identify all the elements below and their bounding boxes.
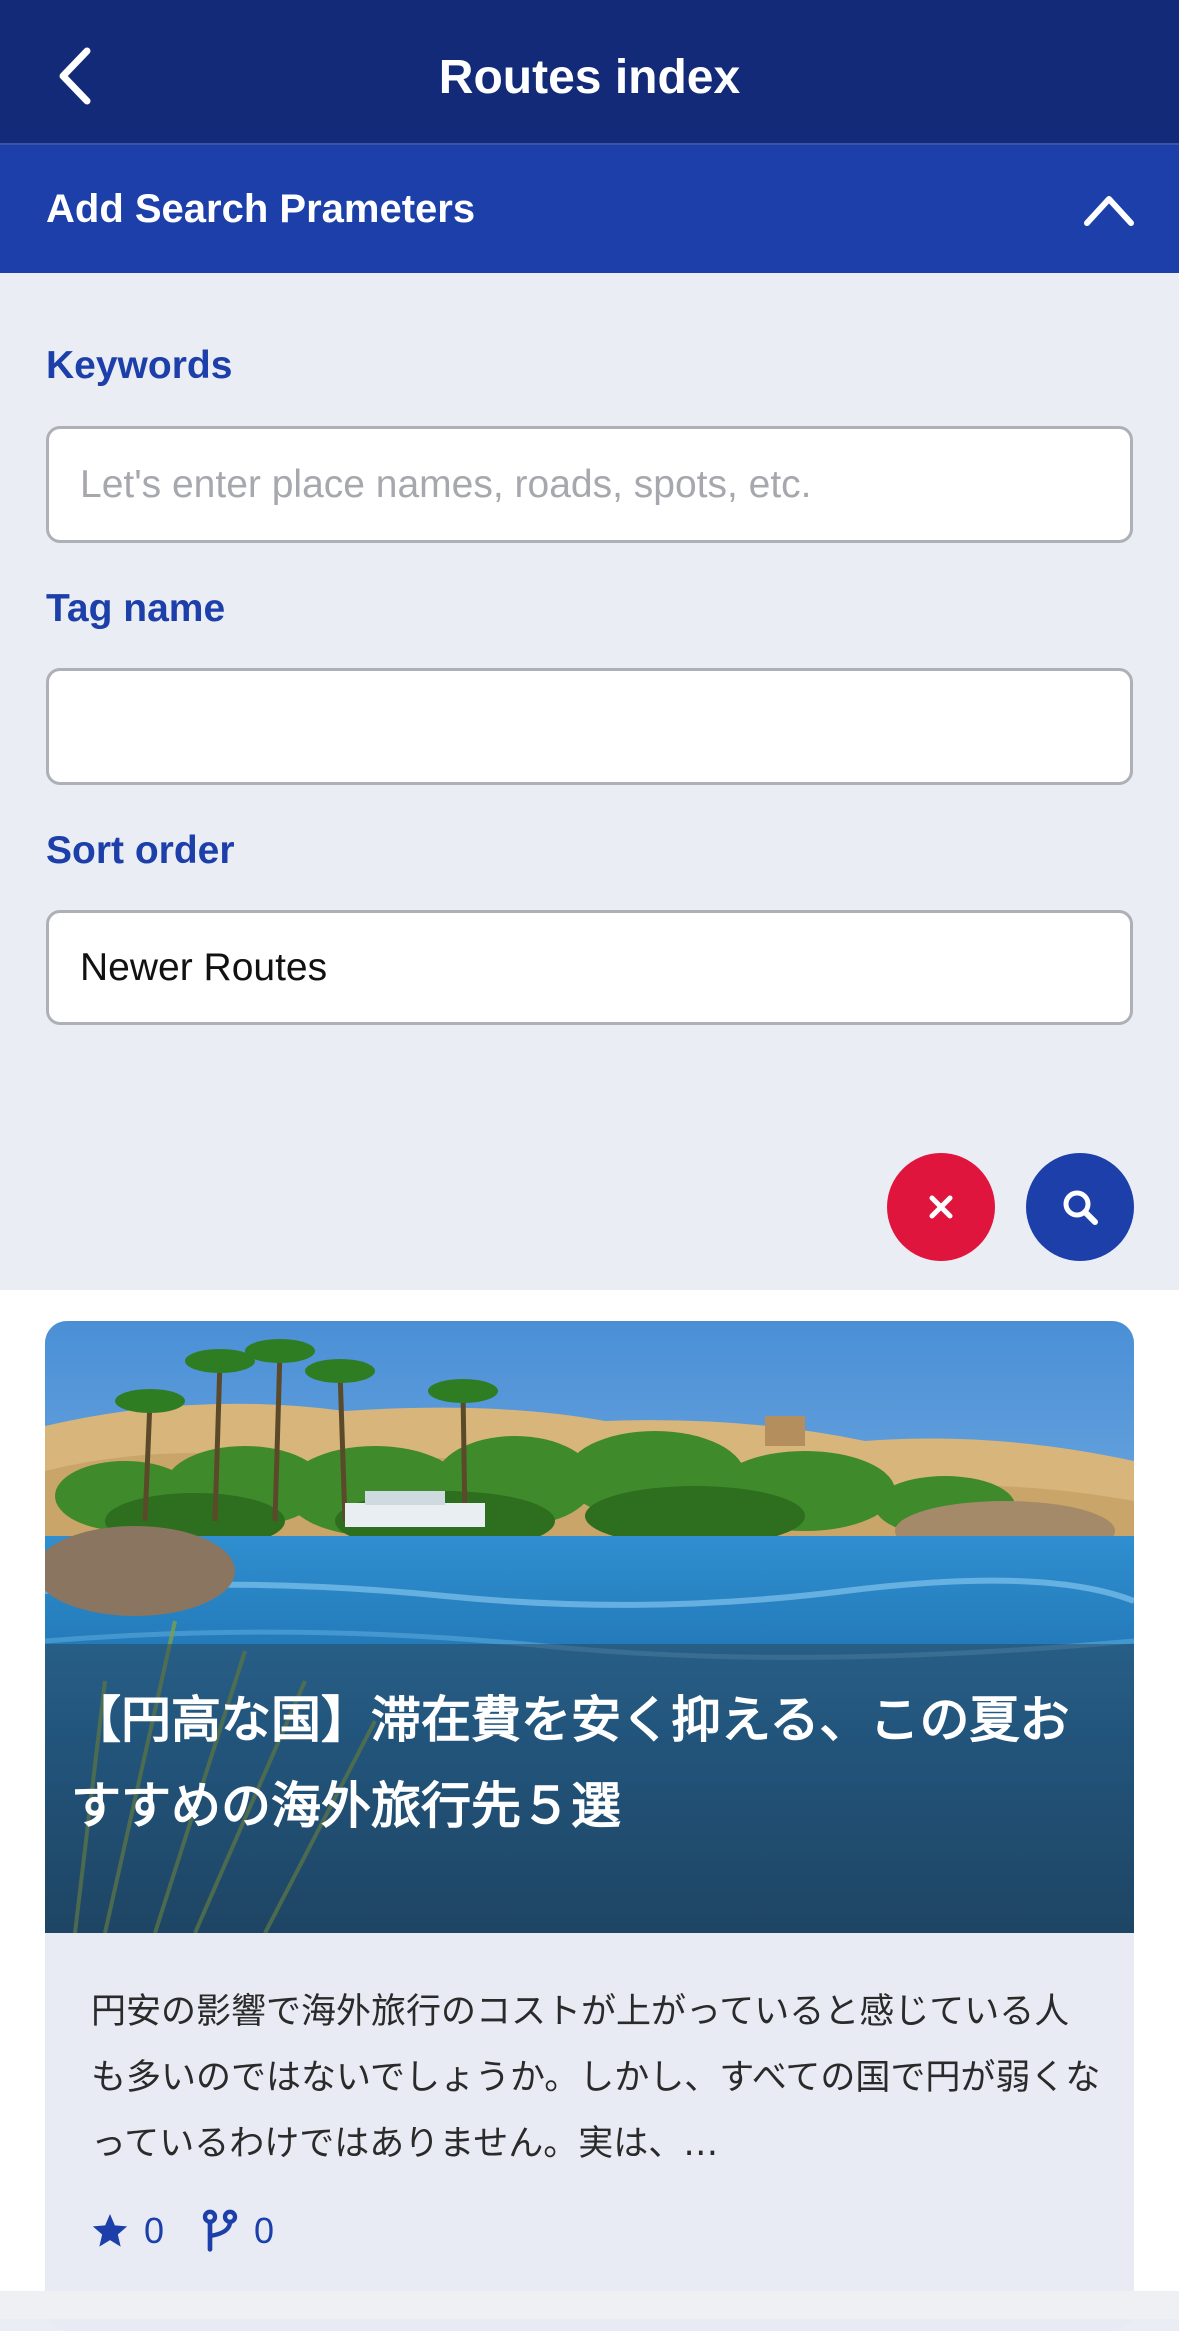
keywords-input[interactable] — [46, 426, 1133, 543]
route-card[interactable]: 【円高な国】滞在費を安く抑える、この夏おすすめの海外旅行先５選 円安の影響で海外… — [45, 1321, 1134, 2331]
fork-icon — [200, 2209, 240, 2253]
route-card-excerpt: 円安の影響で海外旅行のコストが上がっていると感じている人も多いのではないでしょう… — [91, 1992, 1101, 2164]
route-card-stats: 0 0 — [90, 2201, 310, 2261]
fork-count: 0 — [254, 2210, 275, 2251]
tag-name-label: Tag name — [46, 587, 226, 630]
clear-button[interactable] — [887, 1153, 995, 1261]
sort-order-select[interactable]: Newer Routes — [46, 910, 1133, 1025]
sort-order-value: Newer Routes — [80, 945, 328, 989]
search-params-toggle[interactable]: Add Search Prameters — [0, 145, 1179, 273]
top-navigation-bar: Routes index — [0, 0, 1179, 145]
search-params-title: Add Search Prameters — [46, 187, 476, 231]
keywords-label: Keywords — [46, 344, 233, 387]
star-count: 0 — [144, 2210, 165, 2251]
tag-name-input[interactable] — [46, 668, 1133, 785]
sort-order-label: Sort order — [46, 829, 235, 872]
search-button[interactable] — [1026, 1153, 1134, 1261]
page-title: Routes index — [438, 51, 741, 104]
bottom-edge — [0, 2291, 1179, 2319]
chevron-up-icon — [1084, 196, 1134, 226]
star-icon — [90, 2211, 130, 2251]
search-icon — [1063, 1190, 1098, 1225]
route-card-title: 【円高な国】滞在費を安く抑える、この夏おすすめの海外旅行先５選 — [71, 1691, 1070, 1835]
close-icon — [929, 1195, 953, 1219]
